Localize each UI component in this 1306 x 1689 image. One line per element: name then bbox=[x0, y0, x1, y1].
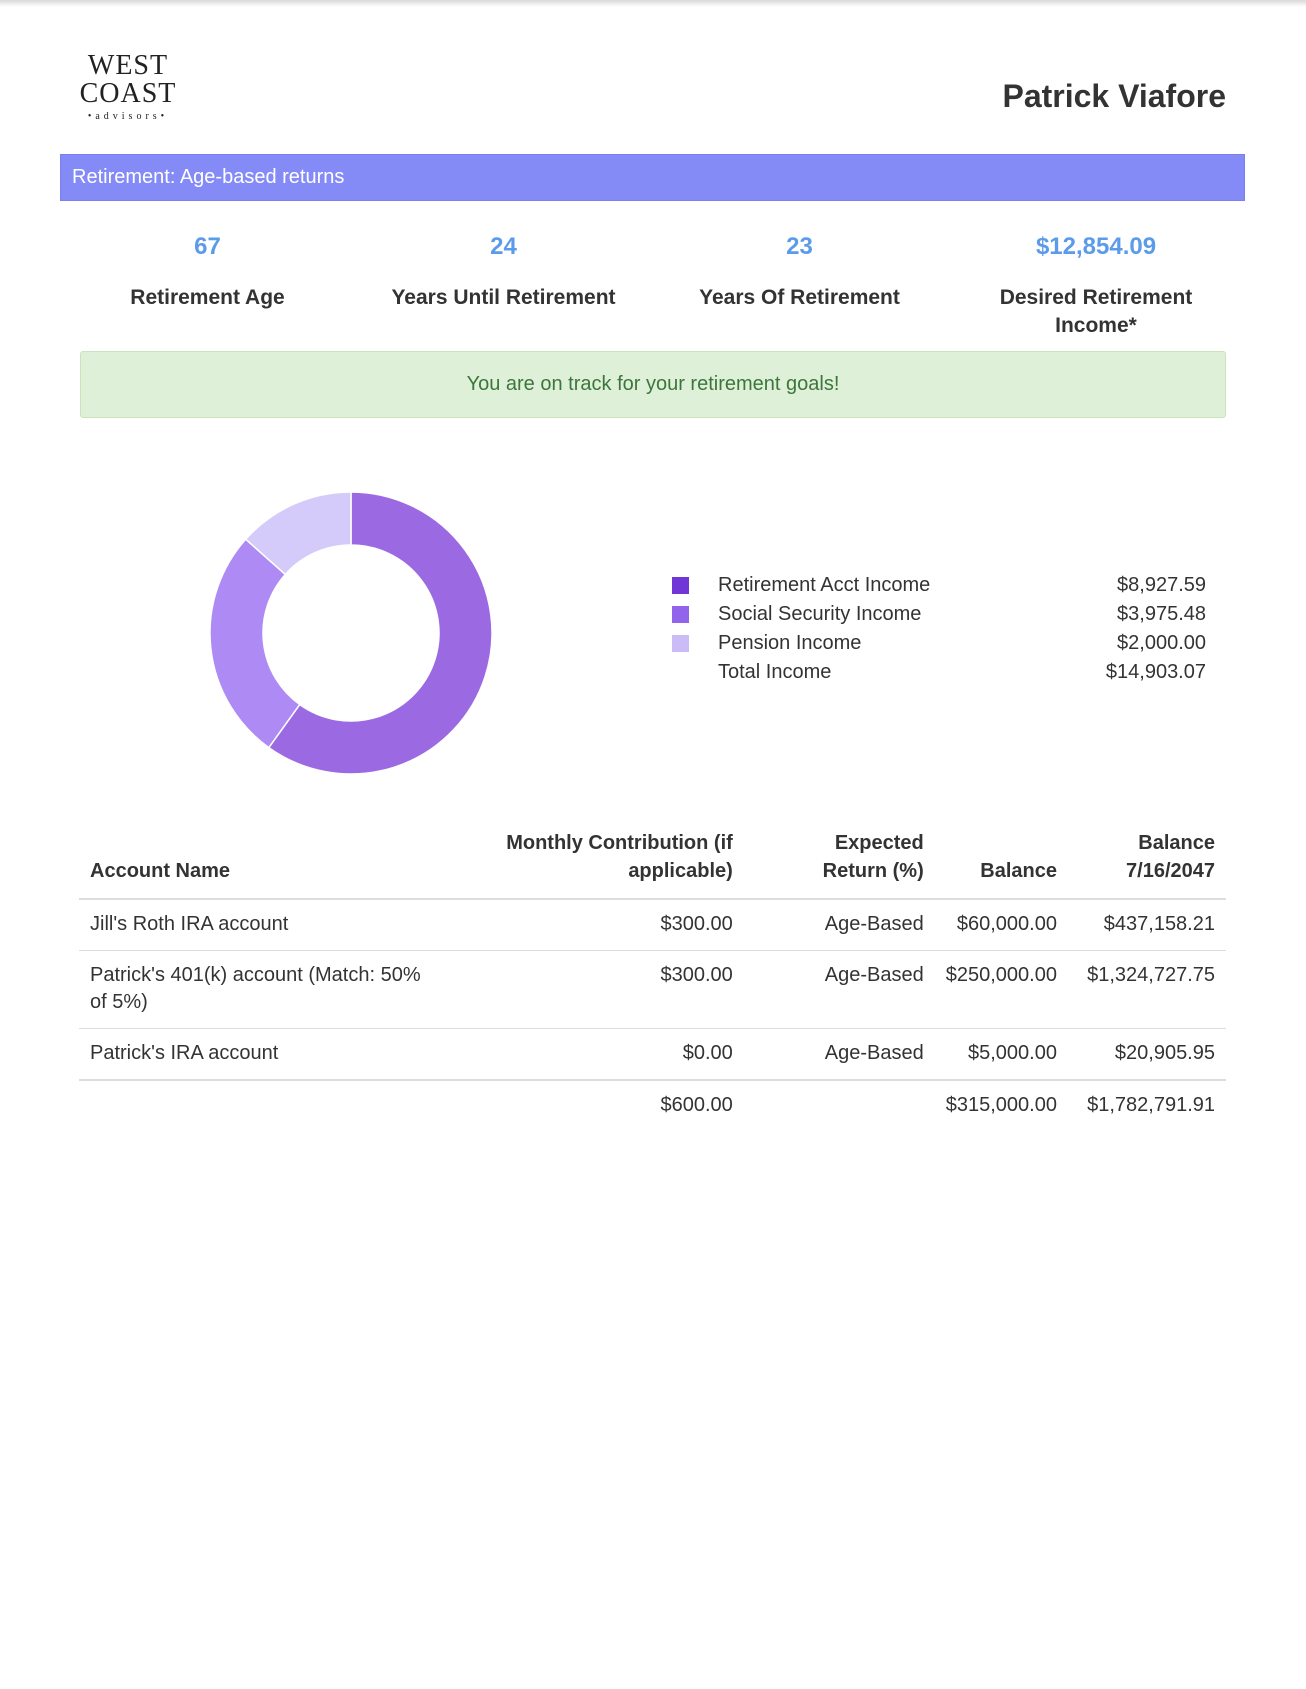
stat-label: Desired Retirement Income* bbox=[999, 286, 1193, 337]
logo-line-2: COAST bbox=[79, 78, 177, 109]
col-header-future-balance: Balance 7/16/2047 bbox=[1067, 825, 1226, 900]
expected-return: Age-Based bbox=[743, 1028, 935, 1080]
legend-label: Retirement Acct Income bbox=[718, 574, 931, 596]
table-total-row: $600.00 $315,000.00 $1,782,791.91 bbox=[79, 1079, 1226, 1131]
legend-item-retirement-acct: Retirement Acct Income $8,927.59 bbox=[672, 574, 1206, 603]
legend-item-pension: Pension Income $2,000.00 bbox=[672, 632, 1206, 661]
account-name: Patrick's 401(k) account (Match: 50% of … bbox=[79, 950, 439, 1029]
col-header-monthly-contribution: Monthly Contribution (if applicable) bbox=[438, 825, 744, 900]
monthly-contribution: $0.00 bbox=[438, 1028, 744, 1080]
col-header-balance: Balance bbox=[934, 825, 1068, 900]
legend-amount: $8,927.59 bbox=[1117, 574, 1206, 596]
future-balance: $437,158.21 bbox=[1067, 898, 1226, 951]
income-legend: Retirement Acct Income $8,927.59 Social … bbox=[672, 574, 1206, 690]
future-balance: $20,905.95 bbox=[1067, 1028, 1226, 1080]
income-donut-chart bbox=[210, 492, 492, 774]
stat-desired-retirement-income: $12,854.09 Desired Retirement Income* bbox=[948, 230, 1244, 340]
balance: $60,000.00 bbox=[934, 898, 1068, 951]
legend-item-total: Total Income $14,903.07 bbox=[672, 661, 1206, 690]
legend-swatch bbox=[672, 577, 689, 594]
col-header-account-name: Account Name bbox=[79, 825, 439, 900]
table-row: Patrick's IRA account $0.00 Age-Based $5… bbox=[79, 1028, 1226, 1080]
balance: $5,000.00 bbox=[934, 1028, 1068, 1080]
table-header-row: Account Name Monthly Contribution (if ap… bbox=[79, 825, 1226, 900]
table-row: Patrick's 401(k) account (Match: 50% of … bbox=[79, 950, 1226, 1029]
expected-return: Age-Based bbox=[743, 950, 935, 1029]
legend-amount: $2,000.00 bbox=[1117, 632, 1206, 654]
top-shadow bbox=[0, 0, 1306, 7]
legend-amount: $3,975.48 bbox=[1117, 603, 1206, 625]
legend-swatch bbox=[672, 635, 689, 652]
monthly-contribution: $300.00 bbox=[438, 898, 744, 951]
stat-retirement-age: 67 Retirement Age bbox=[60, 230, 355, 312]
total-monthly-contribution: $600.00 bbox=[438, 1079, 744, 1131]
on-track-alert: You are on track for your retirement goa… bbox=[80, 351, 1226, 418]
section-header: Retirement: Age-based returns bbox=[60, 154, 1245, 201]
stat-label: Years Of Retirement bbox=[699, 286, 900, 309]
total-label bbox=[79, 1079, 439, 1131]
expected-return: Age-Based bbox=[743, 898, 935, 951]
stat-value: 67 bbox=[194, 233, 221, 260]
balance: $250,000.00 bbox=[934, 950, 1068, 1029]
stat-label: Years Until Retirement bbox=[391, 286, 616, 309]
total-future-balance: $1,782,791.91 bbox=[1067, 1079, 1226, 1131]
total-balance: $315,000.00 bbox=[934, 1079, 1068, 1131]
legend-amount: $14,903.07 bbox=[1105, 661, 1206, 683]
company-logo: WEST COAST •advisors• bbox=[68, 50, 188, 123]
stat-label: Retirement Age bbox=[130, 286, 285, 309]
legend-label: Pension Income bbox=[718, 632, 862, 654]
stat-years-of-retirement: 23 Years Of Retirement bbox=[652, 230, 947, 312]
accounts-table: Account Name Monthly Contribution (if ap… bbox=[79, 825, 1226, 1131]
legend-swatch bbox=[672, 606, 689, 623]
account-name: Patrick's IRA account bbox=[79, 1028, 439, 1080]
client-name: Patrick Viafore bbox=[1002, 78, 1226, 114]
stat-value: 23 bbox=[786, 233, 813, 260]
logo-line-1: WEST bbox=[87, 50, 169, 81]
col-header-expected-return: Expected Return (%) bbox=[743, 825, 935, 900]
future-balance: $1,324,727.75 bbox=[1067, 950, 1226, 1029]
stat-value: 24 bbox=[490, 233, 517, 260]
table-row: Jill's Roth IRA account $300.00 Age-Base… bbox=[79, 898, 1226, 951]
monthly-contribution: $300.00 bbox=[438, 950, 744, 1029]
account-name: Jill's Roth IRA account bbox=[79, 898, 439, 951]
legend-label: Social Security Income bbox=[718, 603, 922, 625]
stat-value: $12,854.09 bbox=[1035, 233, 1157, 260]
total-expected-return bbox=[743, 1079, 935, 1131]
legend-item-social-security: Social Security Income $3,975.48 bbox=[672, 603, 1206, 632]
stat-years-until-retirement: 24 Years Until Retirement bbox=[356, 230, 651, 312]
legend-label: Total Income bbox=[718, 661, 832, 683]
section-title: Retirement: Age-based returns bbox=[72, 166, 345, 188]
logo-line-3: •advisors• bbox=[87, 111, 169, 122]
